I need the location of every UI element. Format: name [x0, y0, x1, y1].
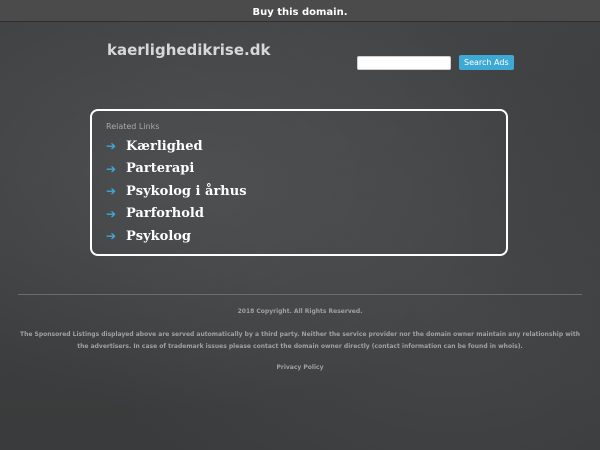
search-form: Search Ads — [357, 55, 514, 70]
copyright-text: 2018 Copyright. All Rights Reserved. — [237, 308, 363, 315]
privacy-policy-link[interactable]: Privacy Policy — [20, 362, 580, 374]
arrow-right-icon: ➔ — [106, 139, 117, 154]
arrow-right-icon: ➔ — [106, 229, 117, 244]
footer-divider — [18, 294, 582, 295]
related-link[interactable]: Psykolog i århus — [126, 184, 247, 199]
arrow-right-icon: ➔ — [106, 161, 117, 176]
buy-domain-link[interactable]: Buy this domain. — [252, 2, 347, 23]
search-ads-button[interactable]: Search Ads — [459, 55, 514, 70]
disclaimer-text: The Sponsored Listings displayed above a… — [20, 331, 580, 350]
related-links-list: ➔ Kærlighed ➔ Parterapi ➔ Psykolog i årh… — [106, 135, 247, 248]
list-item[interactable]: ➔ Psykolog i århus — [106, 180, 247, 203]
list-item[interactable]: ➔ Parforhold — [106, 203, 247, 226]
search-input[interactable] — [357, 55, 451, 70]
domain-title: kaerlighedikrise.dk — [107, 41, 271, 59]
arrow-right-icon: ➔ — [106, 206, 117, 221]
related-link[interactable]: Kærlighed — [126, 139, 203, 154]
top-bar: Buy this domain. — [0, 0, 600, 22]
related-link[interactable]: Psykolog — [126, 229, 191, 244]
list-item[interactable]: ➔ Parterapi — [106, 158, 247, 181]
related-links-box: Related Links ➔ Kærlighed ➔ Parterapi ➔ … — [90, 109, 508, 256]
list-item[interactable]: ➔ Psykolog — [106, 225, 247, 248]
arrow-right-icon: ➔ — [106, 184, 117, 199]
related-link[interactable]: Parforhold — [126, 206, 204, 221]
related-link[interactable]: Parterapi — [126, 161, 194, 176]
list-item[interactable]: ➔ Kærlighed — [106, 135, 247, 158]
related-links-heading: Related Links — [106, 122, 160, 131]
